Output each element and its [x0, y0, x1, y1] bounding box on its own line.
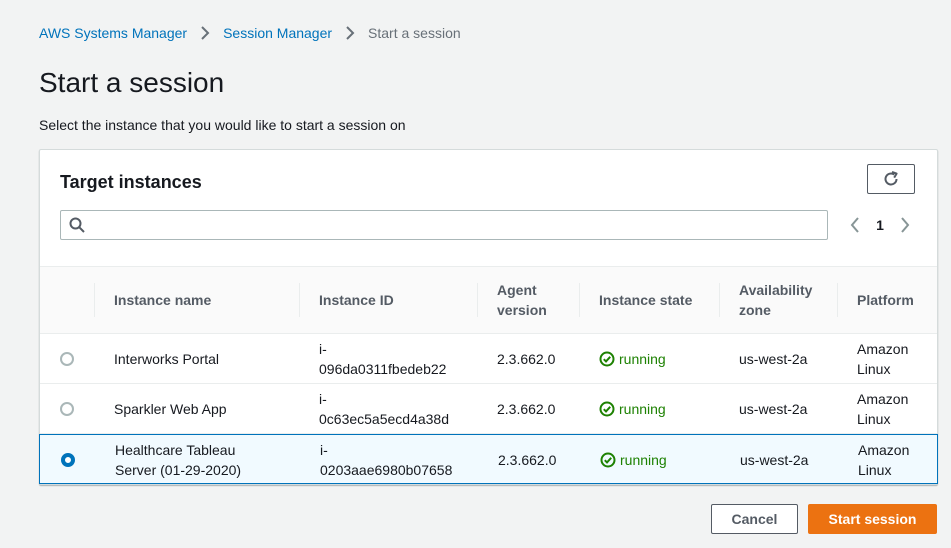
- agent-version: 2.3.662.0: [498, 452, 557, 468]
- instance-id-line2: 0c63ec5a5ecd4a38d: [319, 411, 450, 427]
- availability-zone: us-west-2a: [739, 401, 808, 417]
- search-icon: [69, 217, 85, 233]
- instance-id-line2: 0203aae6980b07658: [320, 462, 453, 478]
- column-availability-zone[interactable]: Availability zone: [739, 267, 812, 333]
- column-divider: [719, 283, 720, 317]
- chevron-right-icon: [332, 26, 368, 40]
- search-input[interactable]: [91, 212, 827, 238]
- platform-line2: Linux: [858, 462, 892, 478]
- platform: Amazon Linux: [858, 435, 909, 485]
- instance-state-label: running: [619, 351, 666, 367]
- agent-version: 2.3.662.0: [497, 351, 556, 367]
- column-availability-zone-line2: zone: [739, 302, 771, 318]
- check-circle-icon: [600, 452, 620, 468]
- column-instance-id[interactable]: Instance ID: [319, 267, 394, 333]
- chevron-right-icon: [900, 217, 910, 233]
- table-header: Instance name Instance ID Agent version …: [40, 266, 937, 334]
- platform-line2: Linux: [857, 361, 891, 377]
- breadcrumb: AWS Systems Manager Session Manager Star…: [39, 25, 461, 41]
- instance-name-line1: Sparkler Web App: [114, 401, 227, 417]
- column-instance-state[interactable]: Instance state: [599, 267, 692, 333]
- platform: Amazon Linux: [857, 334, 908, 384]
- instance-id-line1: i-: [320, 442, 328, 458]
- instance-id-line2: 096da0311fbedeb22: [319, 361, 447, 377]
- target-instances-panel: Target instances 1 Instance name Instanc…: [39, 149, 938, 485]
- breadcrumb-session-manager[interactable]: Session Manager: [223, 25, 332, 41]
- refresh-button[interactable]: [867, 164, 915, 194]
- availability-zone: us-west-2a: [740, 452, 809, 468]
- row-radio[interactable]: [60, 352, 74, 366]
- instance-id-line1: i-: [319, 341, 327, 357]
- previous-page-button[interactable]: [845, 217, 865, 233]
- row-radio-selected[interactable]: [61, 453, 75, 467]
- search-field: [60, 210, 828, 240]
- row-radio[interactable]: [60, 402, 74, 416]
- instance-state: running: [599, 384, 666, 434]
- breadcrumb-current: Start a session: [368, 25, 461, 41]
- pagination: 1: [845, 212, 915, 238]
- instance-state-label: running: [619, 401, 666, 417]
- column-agent-version-line2: version: [497, 302, 547, 318]
- next-page-button[interactable]: [895, 217, 915, 233]
- instance-name-line1: Interworks Portal: [114, 351, 220, 367]
- column-divider: [299, 283, 300, 317]
- column-instance-name[interactable]: Instance name: [114, 267, 211, 333]
- page-number[interactable]: 1: [865, 217, 895, 233]
- instance-name: Interworks Portal: [114, 334, 219, 384]
- instance-id-line1: i-: [319, 391, 327, 407]
- instance-id: i- 096da0311fbedeb22: [319, 334, 446, 384]
- instance-id: i- 0c63ec5a5ecd4a38d: [319, 384, 449, 434]
- table-row[interactable]: Healthcare Tableau Server (01-29-2020) i…: [39, 434, 938, 484]
- table-row[interactable]: Interworks Portal i- 096da0311fbedeb22 2…: [40, 334, 937, 384]
- column-divider: [94, 283, 95, 317]
- refresh-icon: [882, 170, 900, 188]
- chevron-right-icon: [187, 26, 223, 40]
- page-title: Start a session: [39, 67, 225, 98]
- column-divider: [579, 283, 580, 317]
- check-circle-icon: [599, 401, 619, 417]
- instance-state: running: [599, 334, 666, 384]
- instance-state-label: running: [620, 452, 667, 468]
- cancel-button[interactable]: Cancel: [711, 504, 798, 534]
- instance-name-line1: Healthcare Tableau: [115, 442, 236, 458]
- availability-zone: us-west-2a: [739, 351, 808, 367]
- column-availability-zone-line1: Availability: [739, 282, 813, 298]
- breadcrumb-systems-manager[interactable]: AWS Systems Manager: [39, 25, 187, 41]
- instance-state: running: [600, 435, 667, 485]
- check-circle-icon: [599, 351, 619, 367]
- column-divider: [477, 283, 478, 317]
- instance-name-line2: Server (01-29-2020): [115, 462, 242, 478]
- instance-name: Sparkler Web App: [114, 384, 227, 434]
- agent-version: 2.3.662.0: [497, 401, 556, 417]
- platform-line1: Amazon: [857, 341, 909, 357]
- panel-title: Target instances: [60, 172, 202, 192]
- column-agent-version[interactable]: Agent version: [497, 267, 547, 333]
- start-session-button[interactable]: Start session: [808, 504, 937, 534]
- instance-id: i- 0203aae6980b07658: [320, 435, 452, 485]
- platform: Amazon Linux: [857, 384, 908, 434]
- chevron-left-icon: [850, 217, 860, 233]
- platform-line1: Amazon: [858, 442, 910, 458]
- column-divider: [837, 283, 838, 317]
- platform-line2: Linux: [857, 411, 891, 427]
- column-platform[interactable]: Platform: [857, 267, 914, 333]
- platform-line1: Amazon: [857, 391, 909, 407]
- page-description: Select the instance that you would like …: [39, 117, 406, 133]
- instance-name: Healthcare Tableau Server (01-29-2020): [115, 435, 241, 485]
- column-agent-version-line1: Agent: [497, 282, 537, 298]
- table-row[interactable]: Sparkler Web App i- 0c63ec5a5ecd4a38d 2.…: [40, 384, 937, 434]
